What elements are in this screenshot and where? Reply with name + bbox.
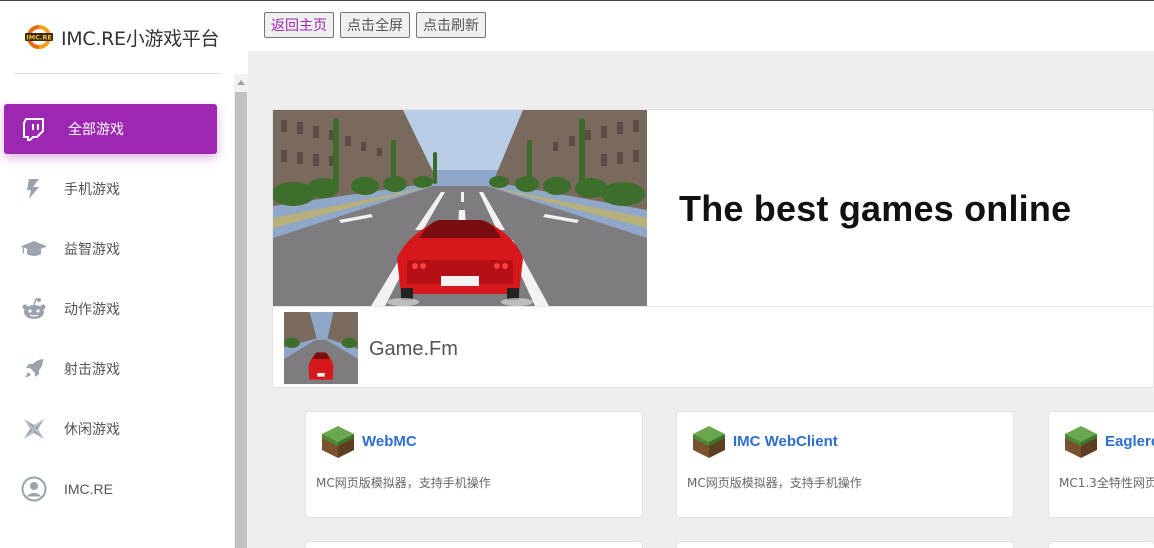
- scroll-up-arrow-icon[interactable]: [237, 80, 245, 85]
- hero-image[interactable]: [273, 110, 647, 306]
- game-title[interactable]: Eaglerc: [1105, 433, 1154, 450]
- sidebar-item-casual-games[interactable]: 休闲游戏: [0, 399, 234, 459]
- rocket-icon: [20, 355, 48, 383]
- game-description: MC1.3全特性网页: [1059, 476, 1154, 490]
- game-title[interactable]: WebMC: [362, 433, 417, 450]
- game-card-partial[interactable]: [1048, 541, 1154, 548]
- brand-title: IMC.RE小游戏平台: [61, 27, 220, 50]
- game-card[interactable]: Eaglerc MC1.3全特性网页: [1048, 411, 1154, 518]
- sidebar-item-label: 射击游戏: [64, 361, 120, 377]
- logo-text: IMC.RE: [26, 34, 52, 42]
- sidebar-item-label: IMC.RE: [64, 481, 113, 497]
- scroll-thumb[interactable]: [235, 92, 247, 548]
- brand-divider: [14, 73, 222, 74]
- reddit-icon: [20, 295, 48, 323]
- game-card[interactable]: WebMC MC网页版模拟器，支持手机操作: [305, 411, 643, 518]
- sidebar-scrollbar[interactable]: [234, 74, 248, 548]
- brand[interactable]: IMC.RE IMC.RE小游戏平台: [0, 1, 234, 73]
- grass-block-icon: [320, 424, 356, 460]
- hero-banner[interactable]: The best games online Game.Fm: [272, 109, 1154, 388]
- sidebar-item-puzzle-games[interactable]: 益智游戏: [0, 219, 234, 279]
- sidebar-item-label: 动作游戏: [64, 301, 120, 317]
- game-description: MC网页版模拟器，支持手机操作: [687, 476, 862, 490]
- home-button[interactable]: 返回主页: [264, 12, 334, 38]
- hero-divider: [273, 306, 1154, 307]
- sidebar-item-shooting-games[interactable]: 射击游戏: [0, 339, 234, 399]
- sidebar: IMC.RE IMC.RE小游戏平台 全部游戏 手机游戏 益智游戏 动作游戏 射…: [0, 0, 248, 548]
- sidebar-menu: 全部游戏 手机游戏 益智游戏 动作游戏 射击游戏 休闲游戏 IMC.RE: [0, 99, 234, 519]
- hero-title: The best games online: [679, 188, 1072, 229]
- sidebar-item-label: 休闲游戏: [64, 421, 120, 437]
- sidebar-item-mobile-games[interactable]: 手机游戏: [0, 159, 234, 219]
- sidebar-item-label: 手机游戏: [64, 181, 120, 197]
- pinwheel-icon: [20, 415, 48, 443]
- grass-block-icon: [1063, 424, 1099, 460]
- grass-block-icon: [691, 424, 727, 460]
- sidebar-item-action-games[interactable]: 动作游戏: [0, 279, 234, 339]
- sidebar-item-all-games[interactable]: 全部游戏: [4, 104, 217, 154]
- game-title[interactable]: IMC WebClient: [733, 433, 838, 450]
- game-card-partial[interactable]: [676, 541, 1014, 548]
- hero-game-name[interactable]: Game.Fm: [369, 338, 458, 361]
- game-card[interactable]: IMC WebClient MC网页版模拟器，支持手机操作: [676, 411, 1014, 518]
- hero-thumbnail[interactable]: [284, 312, 358, 384]
- game-description: MC网页版模拟器，支持手机操作: [316, 476, 491, 490]
- graduation-cap-icon: [20, 235, 48, 263]
- sidebar-item-label: 益智游戏: [64, 241, 120, 257]
- game-card-partial[interactable]: [305, 541, 643, 548]
- twitch-icon: [20, 115, 48, 143]
- sidebar-item-label: 全部游戏: [68, 121, 124, 137]
- mobile-icon: [20, 175, 48, 203]
- topbar: 返回主页 点击全屏 点击刷新: [248, 0, 1154, 51]
- user-icon: [20, 475, 48, 503]
- refresh-button[interactable]: 点击刷新: [416, 12, 486, 38]
- fullscreen-button[interactable]: 点击全屏: [340, 12, 410, 38]
- sidebar-item-imcre[interactable]: IMC.RE: [0, 459, 234, 519]
- imcre-logo-icon: IMC.RE: [24, 22, 54, 52]
